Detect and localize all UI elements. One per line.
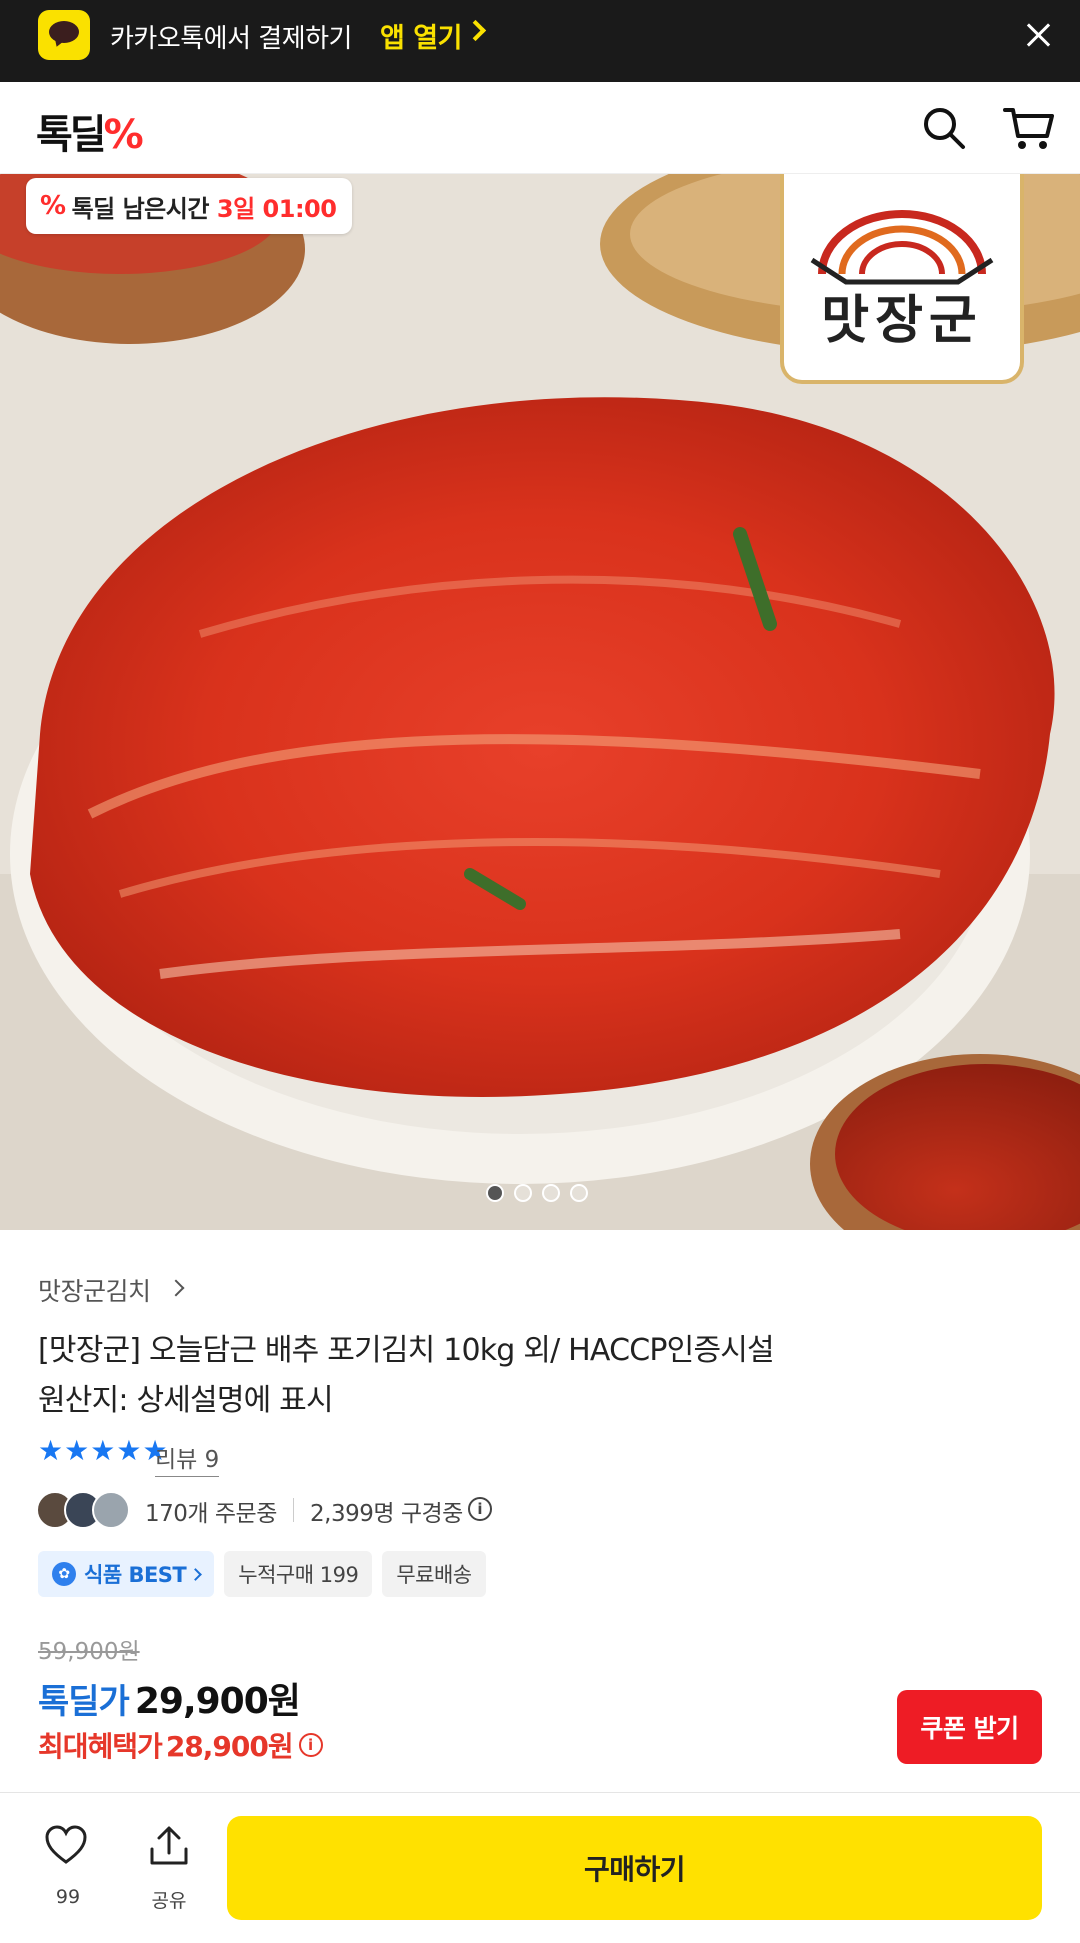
heart-icon[interactable] — [44, 1825, 88, 1865]
cart-icon[interactable] — [1003, 104, 1055, 152]
carousel-dot-3[interactable] — [542, 1184, 560, 1202]
chevron-right-icon — [464, 19, 487, 42]
close-icon[interactable] — [1022, 18, 1056, 52]
info-icon[interactable]: i — [468, 1497, 492, 1521]
chevron-right-icon — [189, 1567, 203, 1581]
search-icon[interactable] — [920, 104, 968, 152]
divider — [293, 1498, 294, 1522]
original-price: 59,900원 — [38, 1639, 140, 1665]
get-coupon-button[interactable]: 쿠폰 받기 — [897, 1690, 1042, 1764]
viewer-count: 2,399명 구경중 — [310, 1501, 463, 1527]
star-icon: ★ — [64, 1434, 90, 1467]
product-origin: 원산지: 상세설명에 표시 — [38, 1383, 334, 1418]
carousel-dots[interactable] — [486, 1184, 588, 1202]
rating-stars: ★ ★ ★ ★ ★ — [38, 1437, 168, 1465]
star-icon: ★ — [90, 1434, 116, 1467]
star-icon: ★ — [38, 1434, 64, 1467]
kakao-app-banner[interactable]: 카카오톡에서 결제하기 앱 열기 — [0, 0, 1080, 82]
talkdeal-logo[interactable]: 톡딜% — [36, 102, 144, 160]
kakaotalk-icon — [38, 10, 90, 60]
bottom-divider — [0, 1792, 1080, 1793]
timer-value: 3일 01:00 — [216, 194, 337, 223]
free-shipping-tag: 무료배송 — [382, 1551, 486, 1597]
talkdeal-percent-icon: % — [40, 191, 66, 221]
chevron-right-icon — [167, 1279, 185, 1297]
top-header: 톡딜% — [0, 82, 1080, 174]
product-title: [맛장군] 오늘담근 배추 포기김치 10kg 외/ HACCP인증시설 — [38, 1333, 775, 1368]
tag-label: 식품 BEST — [84, 1563, 187, 1587]
product-tags: ✿ 식품 BEST 누적구매 199 무료배송 — [38, 1551, 486, 1597]
buyer-avatars — [36, 1491, 136, 1529]
deal-price: 29,900원 — [134, 1681, 301, 1722]
share-label: 공유 — [151, 1890, 187, 1912]
buy-button[interactable]: 구매하기 — [227, 1816, 1042, 1920]
star-icon: ★ — [116, 1434, 142, 1467]
cumulative-purchase-tag: 누적구매 199 — [224, 1551, 373, 1597]
max-benefit-label: 최대혜택가 — [38, 1730, 163, 1763]
deal-price-label: 톡딜가 — [38, 1682, 130, 1722]
deal-timer-badge: % 톡딜 남은시간 3일 01:00 — [26, 178, 353, 234]
carousel-dot-1[interactable] — [486, 1184, 504, 1202]
timer-label: 톡딜 남은시간 — [71, 194, 210, 223]
brand-badge: 맛장군 — [780, 174, 1024, 384]
carousel-dot-4[interactable] — [570, 1184, 588, 1202]
avatar — [92, 1491, 130, 1529]
food-best-badge[interactable]: ✿ 식품 BEST — [38, 1551, 215, 1597]
max-benefit-price: 28,900원 — [165, 1730, 294, 1763]
kakao-pay-text: 카카오톡에서 결제하기 — [110, 24, 352, 54]
order-count: 170개 주문중 — [145, 1501, 277, 1527]
carousel-dot-2[interactable] — [514, 1184, 532, 1202]
like-count: 99 — [55, 1886, 81, 1908]
brand-store-link[interactable]: 맛장군김치 — [38, 1272, 151, 1308]
max-benefit-line: 최대혜택가 28,900원 i — [38, 1725, 323, 1765]
review-link[interactable]: 리뷰 9 — [155, 1440, 220, 1477]
share-icon[interactable] — [146, 1825, 192, 1867]
brand-badge-name: 맛장군 — [821, 290, 983, 351]
open-app-link[interactable]: 앱 열기 — [380, 16, 462, 55]
best-badge-icon: ✿ — [52, 1562, 76, 1586]
info-icon[interactable]: i — [298, 1733, 323, 1757]
deal-price-line: 톡딜가 29,900원 — [38, 1672, 301, 1724]
